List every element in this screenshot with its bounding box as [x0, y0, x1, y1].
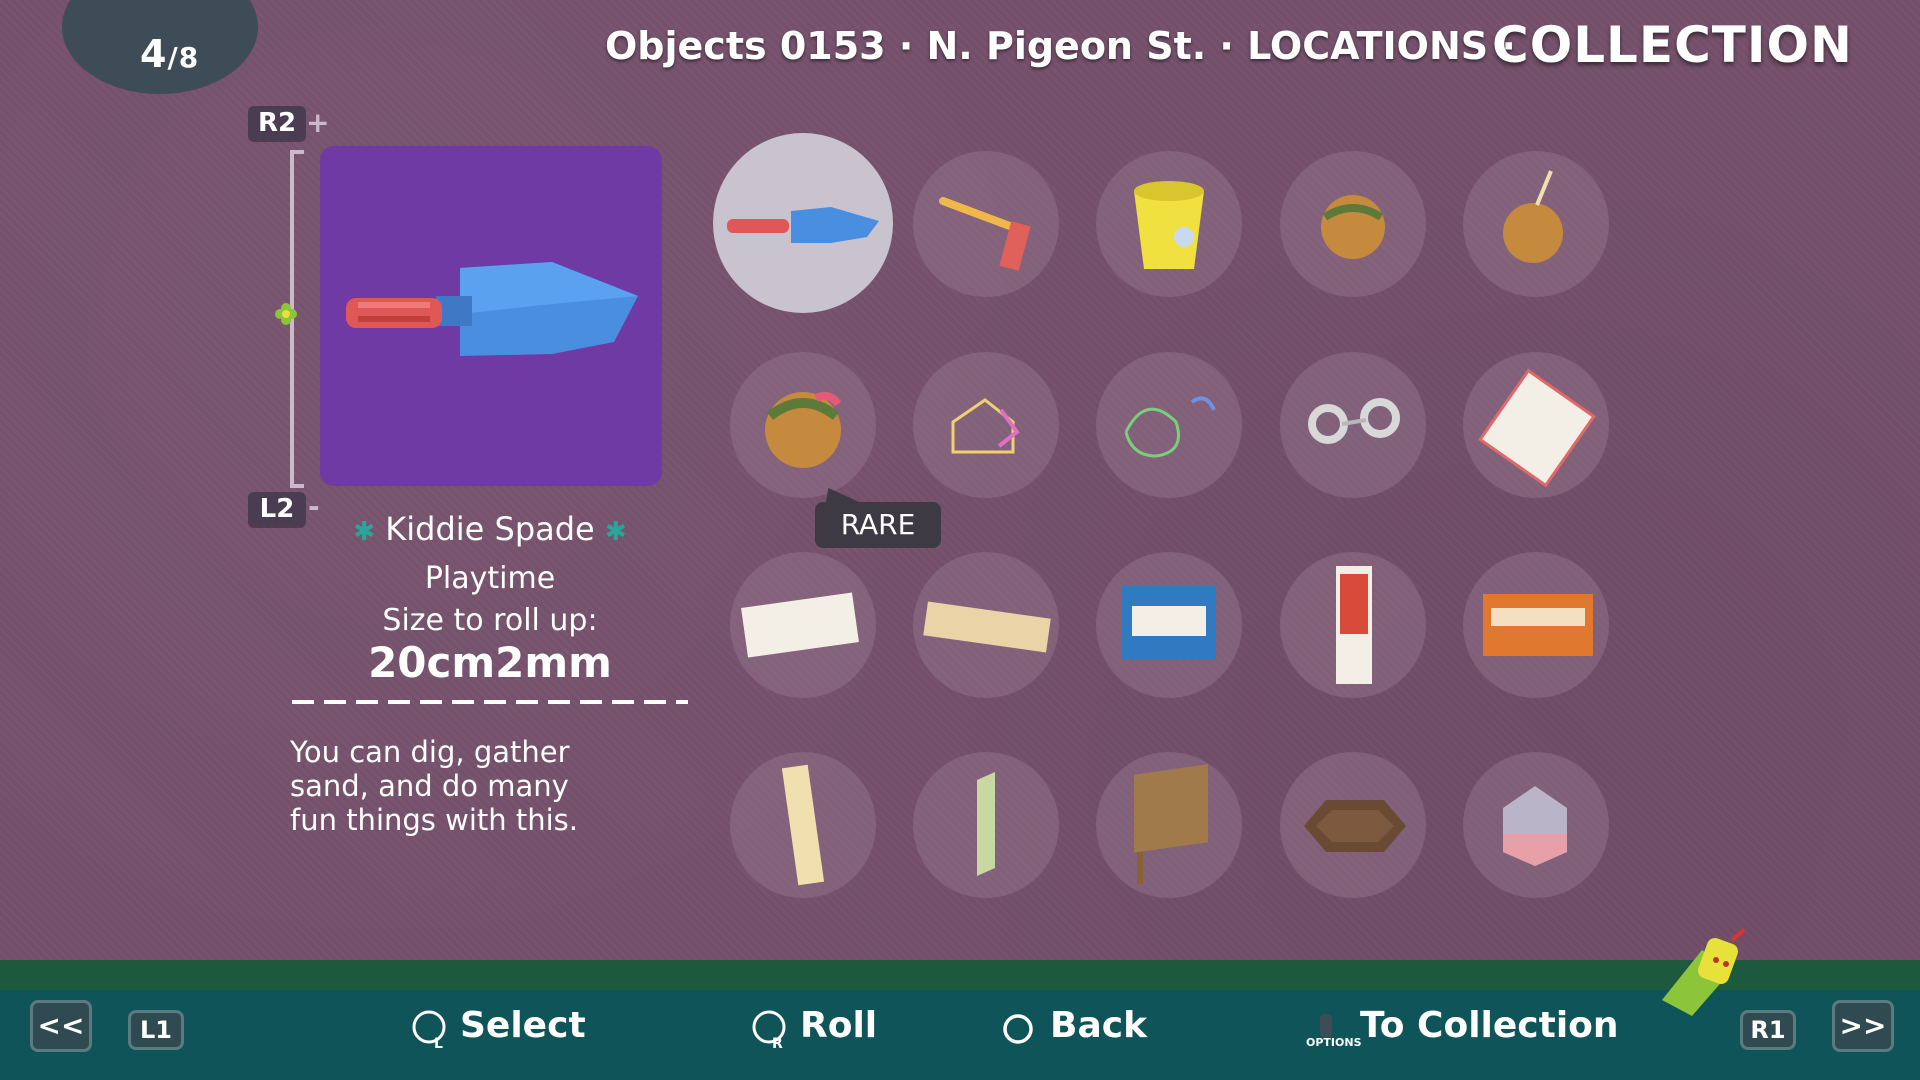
- roll-label[interactable]: Roll: [800, 1005, 877, 1046]
- zoom-in-sign: +: [306, 106, 330, 139]
- next-page-button[interactable]: >>: [1832, 1000, 1894, 1052]
- grid-item-20[interactable]: [1463, 752, 1609, 898]
- handcuffs-icon: [1308, 398, 1400, 444]
- wooden-fence-icon: [1134, 764, 1208, 884]
- grid-item-14[interactable]: [1280, 552, 1426, 698]
- svg-text:R: R: [772, 1036, 783, 1050]
- wooden-post-icon: [977, 772, 995, 876]
- paper-strip-icon: [923, 601, 1051, 653]
- chalk-house-drawing-icon: [951, 398, 1020, 454]
- poster-strip-icon: [781, 764, 825, 886]
- circle-button-icon: [1003, 1014, 1033, 1044]
- takoyaki-icon: [1321, 195, 1385, 259]
- pump-sign-icon: [1122, 586, 1216, 660]
- grid-item-16[interactable]: [730, 752, 876, 898]
- page-current: 4: [140, 32, 168, 76]
- manhole-cover-icon: [1304, 800, 1406, 852]
- rare-takoyaki-icon: [765, 392, 842, 468]
- toy-rake-icon: [939, 197, 1031, 271]
- grid-item-4[interactable]: [1280, 151, 1426, 297]
- grid-item-3[interactable]: [1096, 151, 1242, 297]
- grid-item-9[interactable]: [1280, 352, 1426, 498]
- grid-item-13[interactable]: [1096, 552, 1242, 698]
- kiddie-spade-preview-icon: [346, 262, 638, 356]
- right-stick-icon: R: [752, 1010, 786, 1050]
- postcard-icon: [1478, 368, 1596, 488]
- back-label[interactable]: Back: [1050, 1005, 1147, 1046]
- prev-page-button[interactable]: <<: [30, 1000, 92, 1052]
- options-label: OPTIONS: [1306, 1036, 1362, 1049]
- grid-item-8[interactable]: [1096, 352, 1242, 498]
- rare-tooltip: RARE: [815, 502, 941, 548]
- grid-item-2[interactable]: [913, 151, 1059, 297]
- breadcrumb: Objects 0153 · N. Pigeon St. · LOCATIONS…: [605, 24, 1516, 68]
- page-total: 8: [178, 41, 200, 74]
- kiddie-spade-icon: [727, 207, 879, 243]
- left-stick-icon: L: [412, 1010, 446, 1050]
- takoyaki-on-stick-icon: [1503, 170, 1563, 263]
- chalk-dinosaur-drawing-icon: [1124, 396, 1216, 458]
- svg-text:L: L: [434, 1036, 443, 1050]
- page-title: COLLECTION: [1492, 16, 1853, 74]
- star-left-icon: ✱: [353, 517, 376, 547]
- item-name-row: ✱ Kiddie Spade ✱: [290, 510, 690, 548]
- zoom-in-button[interactable]: R2: [248, 106, 306, 140]
- grid-item-12[interactable]: [913, 552, 1059, 698]
- l1-button[interactable]: L1: [128, 1010, 184, 1050]
- prince-character-icon: [1662, 928, 1746, 1016]
- item-category: Playtime: [424, 561, 556, 596]
- r1-button[interactable]: R1: [1740, 1010, 1796, 1050]
- item-description: You can dig, gather sand, and do many fu…: [290, 735, 578, 837]
- grid-item-15[interactable]: [1463, 552, 1609, 698]
- item-name: Kiddie Spade: [385, 510, 595, 548]
- size-label: Size to roll up:: [382, 603, 598, 638]
- grid-item-11[interactable]: [730, 552, 876, 698]
- sand-bucket-icon: [1134, 181, 1204, 269]
- item-preview: [320, 146, 662, 486]
- size-value: 20cm2mm: [368, 638, 612, 687]
- grid-item-7[interactable]: [913, 352, 1059, 498]
- grid-item-19[interactable]: [1280, 752, 1426, 898]
- select-label[interactable]: Select: [460, 1005, 586, 1046]
- divider: [292, 700, 688, 704]
- zoom-slider-knob[interactable]: [274, 302, 298, 326]
- grid-item-17[interactable]: [913, 752, 1059, 898]
- grid-item-10[interactable]: [1463, 352, 1609, 498]
- page-separator: /: [167, 41, 179, 74]
- electronics-sign-icon: [1483, 594, 1593, 656]
- grid-item-18[interactable]: [1096, 752, 1242, 898]
- grid-item-6[interactable]: [730, 352, 876, 498]
- grid-item-5[interactable]: [1463, 151, 1609, 297]
- star-right-icon: ✱: [604, 517, 627, 547]
- rice-ball-icon: [1503, 786, 1567, 866]
- to-collection-label[interactable]: To Collection: [1360, 1005, 1619, 1046]
- paper-note-icon: [741, 592, 859, 658]
- fire-safety-sign-icon: [1336, 566, 1372, 684]
- grid-item-1[interactable]: [713, 133, 893, 313]
